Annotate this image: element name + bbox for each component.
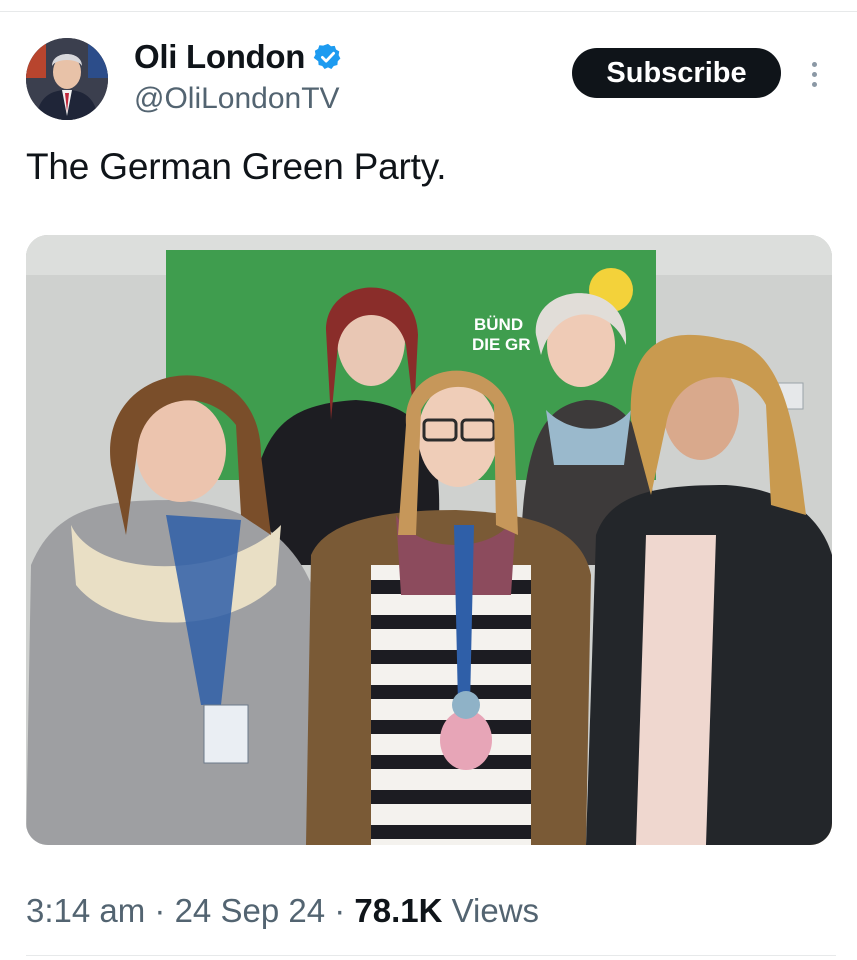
banner-text-line1: BÜND [474,315,523,334]
tweet-media-photo[interactable]: BÜND DIE GR [26,235,832,845]
bottom-divider [26,955,836,956]
more-dot [811,61,817,67]
author-handle[interactable]: @OliLondonTV [134,82,340,116]
more-dot [811,81,817,87]
avatar-image [26,38,108,120]
tweet-text: The German Green Party. [26,146,447,187]
more-dot [811,71,817,77]
banner-text-line2: DIE GR [472,335,531,354]
more-vertical-icon[interactable] [803,54,825,94]
views-label: Views [451,892,540,929]
meta-separator: · [145,892,175,929]
tweet-meta: 3:14 am · 24 Sep 24 · 78.1K Views [26,892,539,930]
meta-separator: · [325,892,355,929]
verified-badge-icon [313,43,341,69]
subscribe-button[interactable]: Subscribe [572,48,781,98]
views-count[interactable]: 78.1K [354,892,442,929]
author-avatar[interactable] [26,38,108,120]
striped-shirt [371,565,531,845]
top-divider [0,11,857,12]
group-photo: BÜND DIE GR [26,235,832,845]
author-display-name[interactable]: Oli London [134,38,305,76]
author-name-row[interactable]: Oli London [134,36,343,78]
tweet-date[interactable]: 24 Sep 24 [175,892,325,929]
tweet-time[interactable]: 3:14 am [26,892,145,929]
